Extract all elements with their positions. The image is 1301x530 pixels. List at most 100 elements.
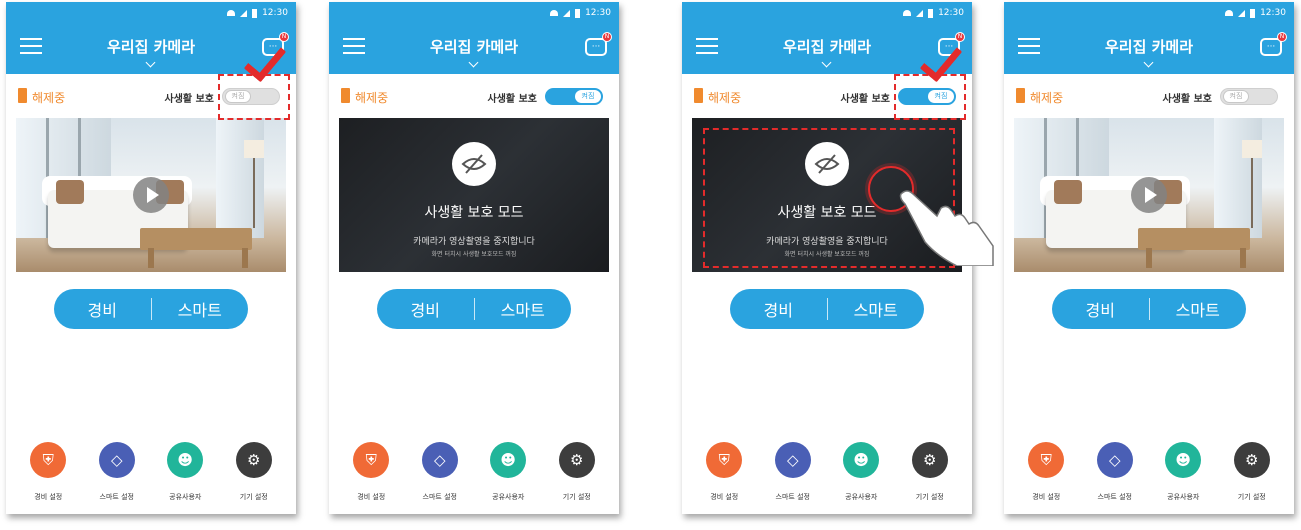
nav-item-guard-settings[interactable]: ⛨ 경비 설정	[17, 442, 79, 502]
nav-item-smart-settings[interactable]: ◇ 스마트 설정	[762, 442, 824, 502]
notification-badge: N	[279, 32, 289, 42]
gear-icon[interactable]: ⚙	[1233, 442, 1270, 478]
mode-switch-button[interactable]: 경비 스마트	[730, 289, 924, 329]
nav-label: 경비 설정	[1032, 493, 1061, 501]
bottom-nav: ⛨ 경비 설정 ◇ 스마트 설정 ☻ 공유사용자 ⚙ 기기 설정	[6, 442, 296, 502]
users-icon[interactable]: ☻	[843, 442, 880, 478]
notification-badge: N	[955, 32, 965, 42]
nav-label: 경비 설정	[710, 493, 739, 501]
nav-item-guard-settings[interactable]: ⛨ 경비 설정	[1015, 442, 1077, 502]
app-bar: 12:30 우리집 카메라 ··· N	[1004, 2, 1294, 74]
smart-mode-button[interactable]: 스마트	[828, 297, 925, 321]
nav-label: 기기 설정	[239, 493, 268, 501]
nav-item-guard-settings[interactable]: ⛨ 경비 설정	[340, 442, 402, 502]
smart-icon[interactable]: ◇	[1096, 442, 1133, 478]
nav-item-shared-users[interactable]: ☻ 공유사용자	[154, 442, 216, 502]
chevron-down-icon[interactable]	[145, 57, 156, 68]
guard-mode-button[interactable]: 경비	[54, 297, 151, 321]
battery-icon	[252, 8, 258, 18]
gear-icon[interactable]: ⚙	[558, 442, 595, 478]
nav-label: 기기 설정	[562, 493, 591, 501]
guard-mode-button[interactable]: 경비	[730, 297, 827, 321]
status-bar: 12:30	[1225, 6, 1286, 20]
eye-off-icon	[452, 142, 496, 186]
nav-item-smart-settings[interactable]: ◇ 스마트 설정	[1084, 442, 1146, 502]
notification-badge: N	[1277, 32, 1287, 42]
app-bar: 12:30 우리집 카메라 ··· N	[329, 2, 619, 74]
nav-item-device-settings[interactable]: ⚙ 기기 설정	[1221, 442, 1283, 502]
page-title[interactable]: 우리집 카메라	[6, 36, 296, 57]
bottom-nav: ⛨ 경비 설정 ◇ 스마트 설정 ☻ 공유사용자 ⚙ 기기 설정	[1004, 442, 1294, 502]
status-badge: 해제중	[708, 91, 742, 105]
play-icon[interactable]	[133, 177, 169, 213]
toggle-knob: 켜짐	[1223, 90, 1249, 103]
gear-icon[interactable]: ⚙	[235, 442, 272, 478]
users-icon[interactable]: ☻	[1165, 442, 1202, 478]
privacy-mode-title: 사생활 보호 모드	[424, 205, 524, 221]
guard-mode-button[interactable]: 경비	[1052, 297, 1149, 321]
nav-item-device-settings[interactable]: ⚙ 기기 설정	[546, 442, 608, 502]
smart-icon[interactable]: ◇	[774, 442, 811, 478]
play-icon[interactable]	[1131, 177, 1167, 213]
mode-switch-button[interactable]: 경비 스마트	[54, 289, 248, 329]
nav-label: 스마트 설정	[775, 493, 810, 501]
smart-mode-button[interactable]: 스마트	[152, 297, 249, 321]
status-time: 12:30	[938, 8, 964, 18]
shield-icon[interactable]: ⛨	[353, 442, 390, 478]
privacy-mode-view[interactable]: 사생활 보호 모드 카메라가 영상촬영을 중지합니다 화면 터치시 사생활 보호…	[339, 118, 609, 272]
privacy-toggle[interactable]: 켜짐	[1220, 88, 1278, 105]
users-icon[interactable]: ☻	[167, 442, 204, 478]
mode-switch-button[interactable]: 경비 스마트	[1052, 289, 1246, 329]
gear-icon[interactable]: ⚙	[911, 442, 948, 478]
mode-switch-button[interactable]: 경비 스마트	[377, 289, 571, 329]
privacy-label: 사생활 보호	[840, 94, 890, 105]
notification-badge: N	[602, 32, 612, 42]
bottom-nav: ⛨ 경비 설정 ◇ 스마트 설정 ☻ 공유사용자 ⚙ 기기 설정	[329, 442, 619, 502]
smart-mode-button[interactable]: 스마트	[1150, 297, 1247, 321]
chevron-down-icon[interactable]	[468, 57, 479, 68]
status-bar: 12:30	[550, 6, 611, 20]
nav-item-shared-users[interactable]: ☻ 공유사용자	[1152, 442, 1214, 502]
nav-item-device-settings[interactable]: ⚙ 기기 설정	[223, 442, 285, 502]
status-bar: 12:30	[903, 6, 964, 20]
smart-mode-button[interactable]: 스마트	[475, 297, 572, 321]
nav-item-smart-settings[interactable]: ◇ 스마트 설정	[86, 442, 148, 502]
camera-view[interactable]	[16, 118, 286, 272]
nav-item-guard-settings[interactable]: ⛨ 경비 설정	[693, 442, 755, 502]
privacy-toggle[interactable]: 켜짐	[545, 88, 603, 105]
smart-icon[interactable]: ◇	[98, 442, 135, 478]
chevron-down-icon[interactable]	[1143, 57, 1154, 68]
door-icon	[694, 88, 703, 103]
shield-icon[interactable]: ⛨	[30, 442, 67, 478]
toggle-highlight-box	[218, 74, 290, 120]
page-title[interactable]: 우리집 카메라	[682, 36, 972, 57]
guard-mode-button[interactable]: 경비	[377, 297, 474, 321]
camera-view[interactable]	[1014, 118, 1284, 272]
door-icon	[1016, 88, 1025, 103]
chevron-down-icon[interactable]	[821, 57, 832, 68]
shield-icon[interactable]: ⛨	[706, 442, 743, 478]
privacy-label: 사생활 보호	[1162, 94, 1212, 105]
page-title[interactable]: 우리집 카메라	[329, 36, 619, 57]
nav-item-device-settings[interactable]: ⚙ 기기 설정	[899, 442, 961, 502]
status-badge: 해제중	[32, 91, 66, 105]
nav-label: 경비 설정	[357, 493, 386, 501]
smart-icon[interactable]: ◇	[421, 442, 458, 478]
users-icon[interactable]: ☻	[490, 442, 527, 478]
signal-icon	[240, 9, 248, 17]
nav-item-smart-settings[interactable]: ◇ 스마트 설정	[409, 442, 471, 502]
page-title[interactable]: 우리집 카메라	[1004, 36, 1294, 57]
nav-label: 공유사용자	[169, 493, 202, 501]
status-row: 해제중 사생활 보호 켜짐	[1004, 74, 1294, 118]
nav-label: 스마트 설정	[99, 493, 134, 501]
toggle-highlight-box	[894, 74, 966, 120]
shield-icon[interactable]: ⛨	[1028, 442, 1065, 478]
wifi-icon	[227, 10, 236, 16]
privacy-mode-description: 카메라가 영상촬영을 중지합니다	[413, 237, 535, 247]
hand-pointer-icon	[899, 190, 994, 266]
nav-item-shared-users[interactable]: ☻ 공유사용자	[830, 442, 892, 502]
status-bar: 12:30	[227, 6, 288, 20]
nav-item-shared-users[interactable]: ☻ 공유사용자	[477, 442, 539, 502]
phone-screen-4: 12:30 우리집 카메라 ··· N 해제중 사생활 보호 켜짐 경비 스마트…	[1004, 2, 1294, 514]
status-time: 12:30	[262, 8, 288, 18]
